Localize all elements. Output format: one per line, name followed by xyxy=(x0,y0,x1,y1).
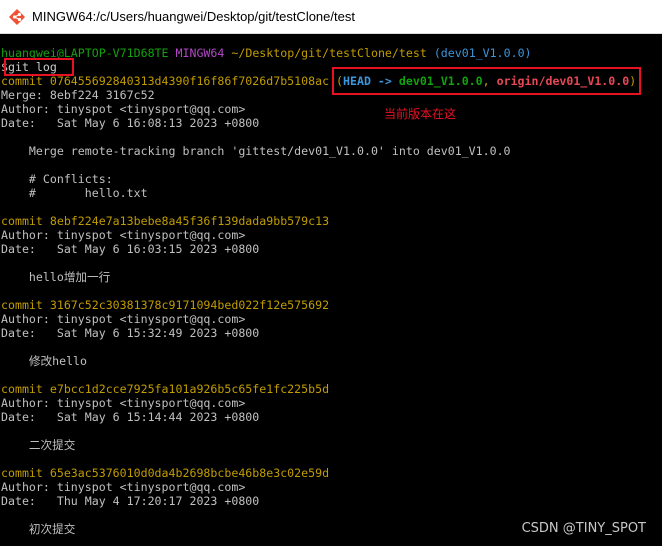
prompt-branch: (dev01_V1.0.0) xyxy=(433,46,532,60)
window-title: MINGW64:/c/Users/huangwei/Desktop/git/te… xyxy=(32,9,355,24)
commit-hash: commit 3167c52c30381378c9171094bed022f12… xyxy=(1,298,330,312)
date-line: Date: Thu May 4 17:20:17 2023 +0800 xyxy=(1,494,260,508)
date-line: Date: Sat May 6 16:08:13 2023 +0800 xyxy=(1,116,260,130)
commit-message: 初次提交 xyxy=(1,522,76,536)
merge-line: Merge: 8ebf224 3167c52 xyxy=(1,88,155,102)
author-line: Author: tinyspot <tinysport@qq.com> xyxy=(1,102,246,116)
refs-highlight-box xyxy=(332,67,641,95)
commit-hash: commit 8ebf224e7a13bebe8a45f36f139dada9b… xyxy=(1,214,330,228)
author-line: Author: tinyspot <tinysport@qq.com> xyxy=(1,312,246,326)
prompt-path: ~/Desktop/git/testClone/test xyxy=(231,46,427,60)
prompt-line: huangwei@LAPTOP-V71D68TE MINGW64 ~/Deskt… xyxy=(1,46,532,60)
window-titlebar: MINGW64:/c/Users/huangwei/Desktop/git/te… xyxy=(0,0,662,34)
conflicts-header: # Conflicts: xyxy=(1,172,113,186)
author-line: Author: tinyspot <tinysport@qq.com> xyxy=(1,396,246,410)
commit-message: 修改hello xyxy=(1,354,88,368)
git-bash-icon xyxy=(9,8,25,25)
commit-message: hello增加一行 xyxy=(1,270,111,284)
commit-message: Merge remote-tracking branch 'gittest/de… xyxy=(1,144,511,158)
terminal-output[interactable]: huangwei@LAPTOP-V71D68TE MINGW64 ~/Deskt… xyxy=(0,34,662,546)
author-line: Author: tinyspot <tinysport@qq.com> xyxy=(1,228,246,242)
author-line: Author: tinyspot <tinysport@qq.com> xyxy=(1,480,246,494)
conflicts-file: # hello.txt xyxy=(1,186,148,200)
command-highlight-box xyxy=(4,58,74,76)
date-line: Date: Sat May 6 15:14:44 2023 +0800 xyxy=(1,410,260,424)
commit-hash: commit 65e3ac5376010d0da4b2698bcbe46b8e3… xyxy=(1,466,330,480)
commit-hash: commit 076455692840313d4390f16f86f7026d7… xyxy=(1,74,330,88)
prompt-shell: MINGW64 xyxy=(175,46,225,60)
date-line: Date: Sat May 6 15:32:49 2023 +0800 xyxy=(1,326,260,340)
commit-message: 二次提交 xyxy=(1,438,76,452)
watermark: CSDN @TINY_SPOT xyxy=(521,521,646,536)
annotation-label: 当前版本在这 xyxy=(384,107,457,121)
date-line: Date: Sat May 6 16:03:15 2023 +0800 xyxy=(1,242,260,256)
commit-hash: commit e7bcc1d2cce7925fa101a926b5c65fe1f… xyxy=(1,382,330,396)
